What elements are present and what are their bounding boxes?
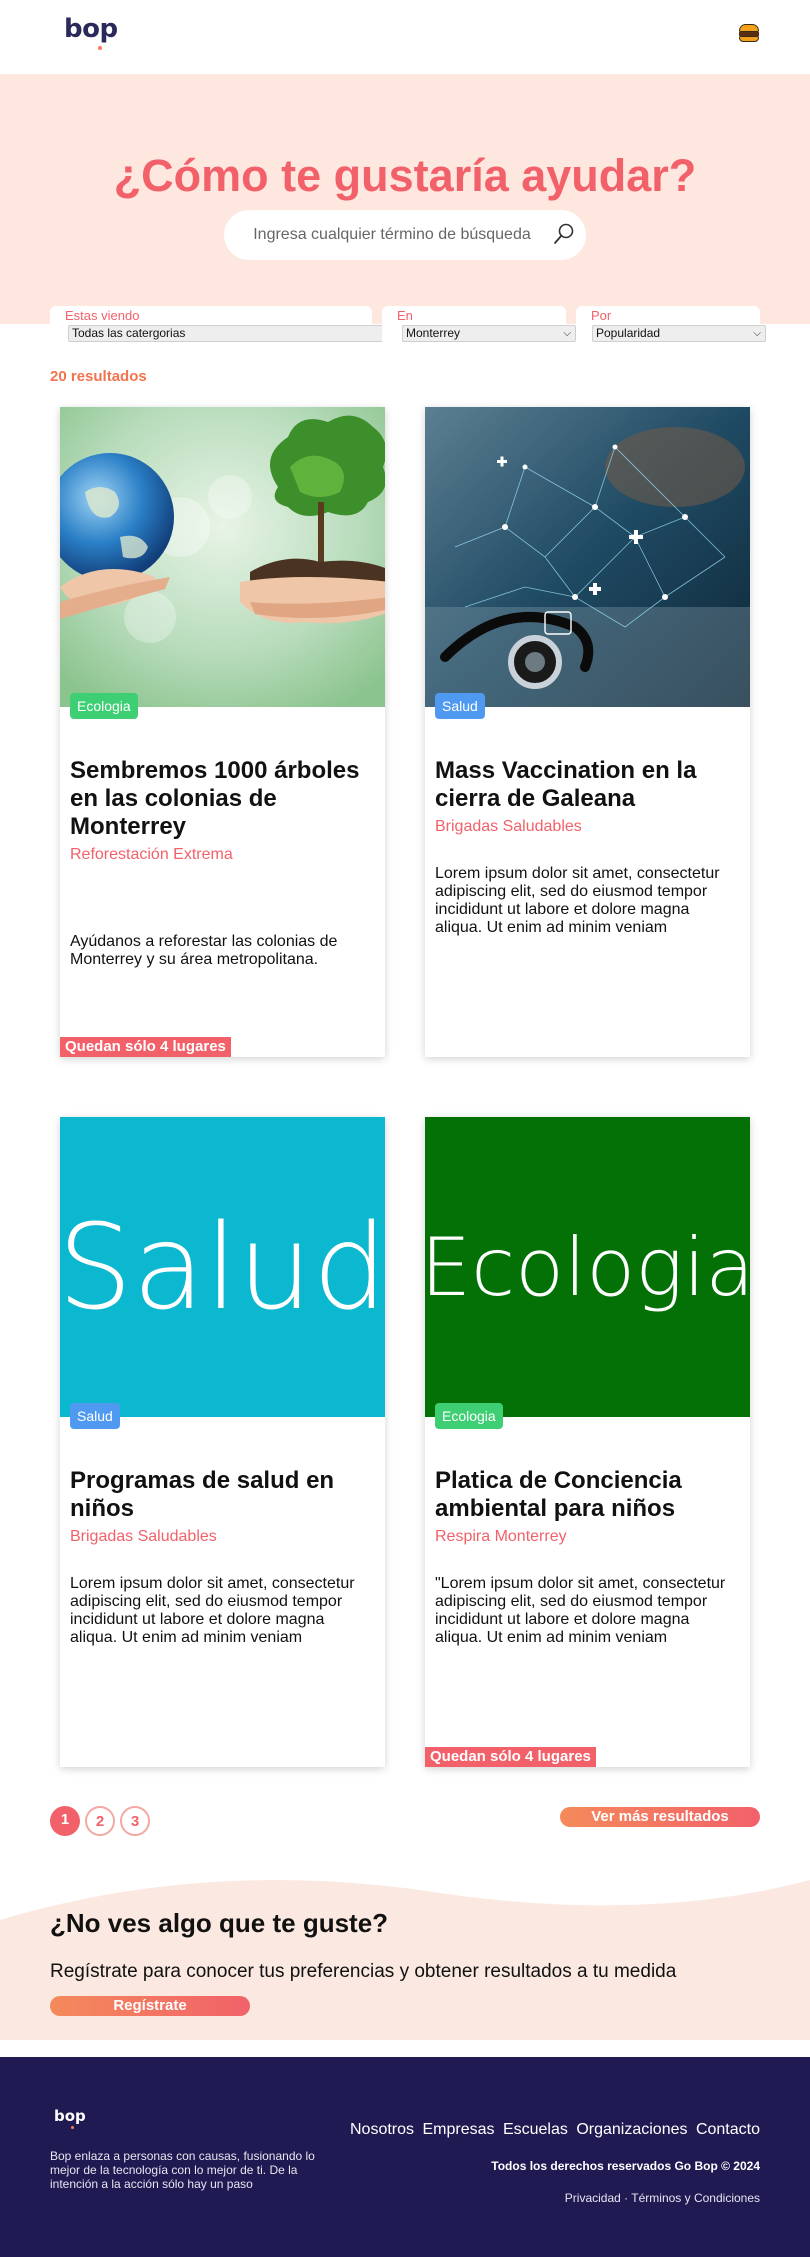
footer-link-escuelas[interactable]: Escuelas bbox=[503, 2121, 568, 2138]
more-results-button[interactable]: Ver más resultados bbox=[560, 1807, 760, 1827]
card-image: Salud bbox=[60, 1117, 385, 1417]
chevron-down-icon: ⌵ bbox=[753, 328, 761, 339]
page-3-button[interactable]: 3 bbox=[120, 1806, 150, 1836]
top-bar: bop bbox=[0, 0, 810, 74]
category-select[interactable]: Todas las catergorias ⌵ bbox=[68, 325, 414, 342]
footer-nav: Nosotros Empresas Escuelas Organizacione… bbox=[346, 2121, 760, 2139]
copyright: Todos los derechos reservados Go Bop © 2… bbox=[491, 2159, 760, 2173]
privacy-link[interactable]: Privacidad bbox=[565, 2191, 621, 2205]
filter-category-label: Estas viendo bbox=[65, 308, 140, 323]
project-card[interactable]: Salud Mass Vaccination en la cierra de G… bbox=[425, 407, 750, 1057]
filter-location-label: En bbox=[397, 308, 413, 323]
separator: · bbox=[624, 2191, 629, 2205]
footer-link-organizaciones[interactable]: Organizaciones bbox=[576, 2121, 687, 2138]
card-image-word: Ecologia bbox=[425, 1220, 750, 1314]
burger-icon[interactable] bbox=[739, 24, 759, 42]
card-image: Ecologia bbox=[425, 1117, 750, 1417]
footer-logo[interactable]: bop bbox=[54, 2107, 86, 2125]
footer-link-contacto[interactable]: Contacto bbox=[696, 2121, 760, 2138]
cta-text: Regístrate para conocer tus preferencias… bbox=[50, 1961, 677, 1982]
page-1-button[interactable]: 1 bbox=[50, 1806, 80, 1836]
card-image bbox=[425, 407, 750, 707]
availability-badge: Quedan sólo 4 lugares bbox=[60, 1037, 231, 1057]
project-card[interactable]: Salud Salud Programas de salud en niños … bbox=[60, 1117, 385, 1767]
terms-link[interactable]: Términos y Condiciones bbox=[631, 2191, 760, 2205]
card-description: "Lorem ipsum dolor sit amet, consectetur… bbox=[435, 1575, 726, 1646]
card-organization: Respira Monterrey bbox=[435, 1528, 567, 1545]
availability-badge: Quedan sólo 4 lugares bbox=[425, 1747, 596, 1767]
location-select[interactable]: Monterrey ⌵ bbox=[402, 325, 576, 342]
cta-title: ¿No ves algo que te guste? bbox=[50, 1908, 389, 1938]
hero-section: ¿Cómo te gustaría ayudar? bbox=[0, 74, 810, 324]
card-description: Lorem ipsum dolor sit amet, consectetur … bbox=[435, 865, 720, 936]
search-input[interactable] bbox=[242, 220, 542, 250]
sort-select-value: Popularidad bbox=[596, 326, 661, 340]
logo[interactable]: bop bbox=[64, 14, 118, 44]
card-organization: Brigadas Saludables bbox=[435, 818, 582, 835]
search-icon[interactable] bbox=[552, 222, 576, 246]
category-tag: Salud bbox=[70, 1403, 120, 1429]
footer-link-nosotros[interactable]: Nosotros bbox=[350, 2121, 414, 2138]
card-organization: Brigadas Saludables bbox=[70, 1528, 217, 1545]
card-image bbox=[60, 407, 385, 707]
card-title: Sembremos 1000 árboles en las colonias d… bbox=[70, 757, 360, 840]
footer: bop Bop enlaza a personas con causas, fu… bbox=[0, 2057, 810, 2257]
card-title: Programas de salud en niños bbox=[70, 1467, 335, 1522]
footer-description: Bop enlaza a personas con causas, fusion… bbox=[50, 2149, 315, 2191]
location-select-value: Monterrey bbox=[406, 326, 461, 340]
results-count: 20 resultados bbox=[50, 368, 147, 385]
legal-links: Privacidad · Términos y Condiciones bbox=[565, 2191, 760, 2205]
filter-category: Estas viendo Todas las catergorias ⌵ bbox=[50, 306, 414, 346]
category-select-value: Todas las catergorias bbox=[72, 326, 186, 340]
category-tag: Ecologia bbox=[70, 693, 138, 719]
card-description: Lorem ipsum dolor sit amet, consectetur … bbox=[70, 1575, 355, 1646]
card-title: Platica de Conciencia ambiental para niñ… bbox=[435, 1467, 682, 1522]
project-card[interactable]: Ecologia Sembremos 1000 árboles en las c… bbox=[60, 407, 385, 1057]
card-description: Ayúdanos a reforestar las colonias de Mo… bbox=[70, 933, 338, 968]
category-tag: Salud bbox=[435, 693, 485, 719]
filter-sort-label: Por bbox=[591, 308, 612, 323]
category-tag: Ecologia bbox=[435, 1403, 503, 1429]
card-organization: Reforestación Extrema bbox=[70, 846, 233, 863]
hero-title: ¿Cómo te gustaría ayudar? bbox=[113, 150, 697, 201]
card-title: Mass Vaccination en la cierra de Galeana bbox=[435, 757, 697, 812]
register-button[interactable]: Regístrate bbox=[50, 1996, 250, 2016]
page-2-button[interactable]: 2 bbox=[85, 1806, 115, 1836]
sort-select[interactable]: Popularidad ⌵ bbox=[592, 325, 766, 342]
footer-logo-dot bbox=[71, 2126, 74, 2129]
search-bar bbox=[224, 210, 586, 260]
chevron-down-icon: ⌵ bbox=[563, 328, 571, 339]
footer-link-empresas[interactable]: Empresas bbox=[422, 2121, 494, 2138]
filter-location: En Monterrey ⌵ bbox=[382, 306, 576, 346]
logo-dot bbox=[98, 46, 102, 50]
filter-sort: Por Popularidad ⌵ bbox=[576, 306, 766, 346]
project-card[interactable]: Ecologia Ecologia Platica de Conciencia … bbox=[425, 1117, 750, 1767]
card-image-word: Salud bbox=[60, 1198, 385, 1336]
